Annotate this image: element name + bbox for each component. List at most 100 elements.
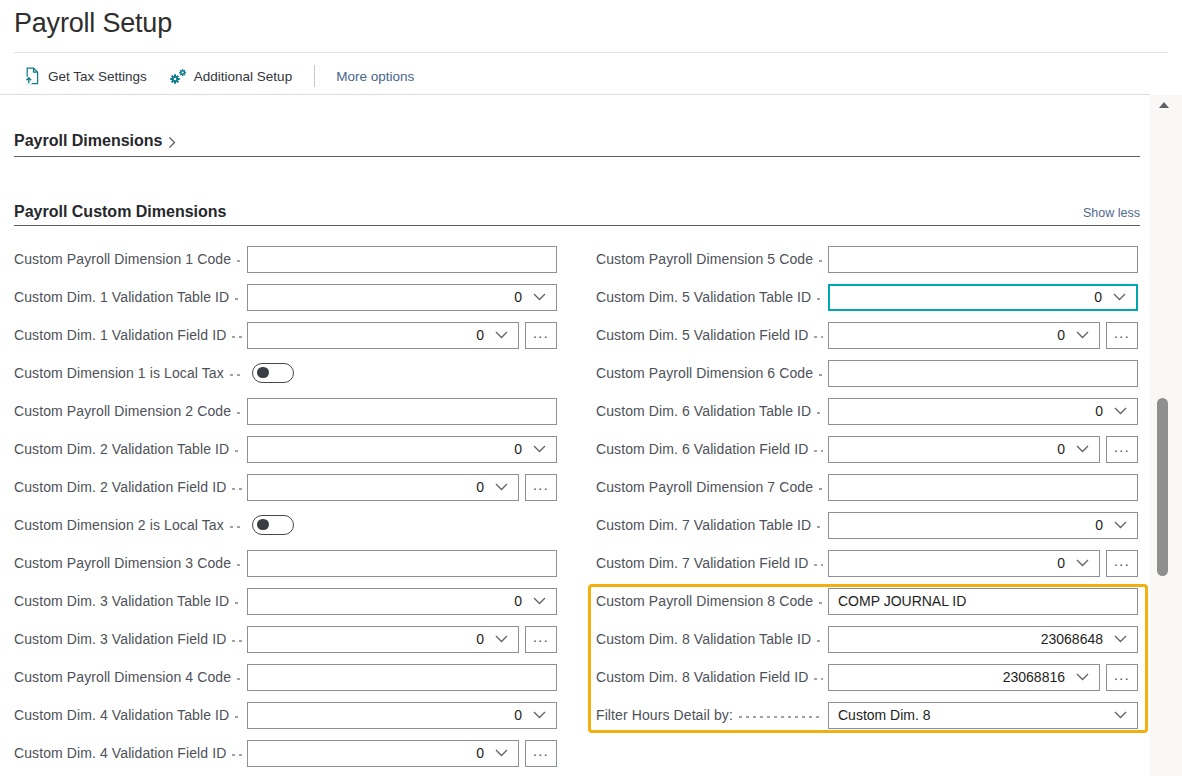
field-row: Custom Dim. 6 Validation Table ID0 [596, 392, 1138, 430]
field-row: Custom Dimension 2 is Local Tax [14, 506, 557, 544]
dropdown-input[interactable]: 0 [828, 550, 1100, 577]
text-input[interactable] [828, 246, 1138, 273]
additional-setup-button[interactable]: Additional Setup [169, 68, 292, 85]
chevron-down-icon[interactable] [1114, 521, 1127, 529]
chevron-down-icon[interactable] [1076, 559, 1089, 567]
chevron-down-icon[interactable] [1076, 331, 1089, 339]
chevron-down-icon[interactable] [1114, 711, 1127, 719]
toggle-knob [257, 519, 269, 531]
section-header-payroll-dimensions[interactable]: Payroll Dimensions [14, 132, 176, 150]
chevron-down-icon[interactable] [1076, 445, 1089, 453]
field-label: Custom Dim. 4 Validation Field ID [14, 745, 226, 761]
field-row: Filter Hours Detail by:Custom Dim. 8 [596, 696, 1138, 734]
form-column-right: Custom Payroll Dimension 5 CodeCustom Di… [596, 240, 1138, 734]
dotted-leader [235, 410, 242, 416]
chevron-down-icon[interactable] [495, 331, 508, 339]
dotted-leader [815, 524, 823, 530]
field-row: Custom Dim. 7 Validation Field ID0... [596, 544, 1138, 582]
field-row: Custom Dim. 5 Validation Table ID0 [596, 278, 1138, 316]
ellipsis-button[interactable]: ... [1106, 550, 1138, 577]
text-input[interactable] [247, 664, 557, 691]
section-divider-2 [14, 225, 1140, 226]
ellipsis-button[interactable]: ... [1106, 664, 1138, 691]
text-input[interactable] [247, 398, 557, 425]
show-less-link[interactable]: Show less [14, 206, 1140, 220]
chevron-down-icon[interactable] [533, 293, 546, 301]
text-input[interactable] [828, 360, 1138, 387]
get-tax-settings-button[interactable]: Get Tax Settings [24, 67, 147, 85]
toggle-knob [257, 367, 269, 379]
dropdown-input[interactable]: 0 [828, 322, 1100, 349]
field-row: Custom Dim. 2 Validation Field ID0... [14, 468, 557, 506]
additional-setup-label: Additional Setup [194, 69, 292, 84]
field-row: Custom Payroll Dimension 6 Code [596, 354, 1138, 392]
input-value: 0 [1094, 289, 1102, 305]
field-label: Custom Dim. 3 Validation Table ID [14, 593, 229, 609]
dropdown-input[interactable]: 0 [247, 702, 557, 729]
field-row: Custom Payroll Dimension 7 Code [596, 468, 1138, 506]
dotted-leader [233, 714, 242, 720]
dropdown-input[interactable]: 0 [247, 322, 519, 349]
section-title: Payroll Dimensions [14, 132, 163, 150]
dropdown-input[interactable]: 0 [828, 436, 1100, 463]
scroll-thumb[interactable] [1157, 398, 1168, 576]
dropdown-input[interactable]: 0 [247, 740, 519, 767]
text-input[interactable] [247, 246, 557, 273]
dotted-leader [228, 524, 242, 530]
chevron-down-icon[interactable] [495, 635, 508, 643]
more-options-button[interactable]: More options [336, 69, 414, 84]
dropdown-input[interactable]: 0 [247, 284, 557, 311]
chevron-down-icon[interactable] [1076, 673, 1089, 681]
chevron-down-icon[interactable] [1114, 407, 1127, 415]
dropdown-input[interactable]: 0 [828, 512, 1138, 539]
select-input[interactable]: Custom Dim. 8 [828, 702, 1138, 729]
ellipsis-button[interactable]: ... [1106, 322, 1138, 349]
dotted-leader [235, 676, 242, 682]
ellipsis-button[interactable]: ... [525, 322, 557, 349]
scrollbar[interactable] [1150, 95, 1182, 776]
input-value: 0 [1095, 403, 1103, 419]
field-row: Custom Dim. 2 Validation Table ID0 [14, 430, 557, 468]
dropdown-input[interactable]: 23068816 [828, 664, 1100, 691]
field-label: Custom Dimension 2 is Local Tax [14, 517, 224, 533]
dotted-leader [233, 600, 242, 606]
input-value: 0 [514, 289, 522, 305]
toggle-off[interactable] [252, 515, 294, 535]
dropdown-input[interactable]: 0 [828, 398, 1138, 425]
ellipsis-button[interactable]: ... [525, 474, 557, 501]
input-value: COMP JOURNAL ID [829, 593, 966, 609]
input-value: 0 [1057, 555, 1065, 571]
text-input[interactable]: COMP JOURNAL ID [828, 588, 1138, 615]
dropdown-input[interactable]: 0 [828, 284, 1138, 311]
dropdown-input[interactable]: 23068648 [828, 626, 1138, 653]
ellipsis-button[interactable]: ... [525, 740, 557, 767]
toggle-off[interactable] [252, 363, 294, 383]
dotted-leader [812, 676, 823, 682]
chevron-down-icon[interactable] [1113, 293, 1126, 301]
field-label: Custom Dim. 8 Validation Table ID [596, 631, 811, 647]
input-value: 23068648 [1041, 631, 1103, 647]
chevron-down-icon[interactable] [1114, 635, 1127, 643]
field-row: Custom Dim. 8 Validation Table ID 2306864… [596, 620, 1138, 658]
field-label: Custom Dim. 5 Validation Field ID [596, 327, 808, 343]
chevron-down-icon[interactable] [495, 483, 508, 491]
dotted-leader [230, 638, 242, 644]
chevron-down-icon[interactable] [533, 597, 546, 605]
get-tax-settings-label: Get Tax Settings [48, 69, 147, 84]
dropdown-input[interactable]: 0 [247, 626, 519, 653]
field-label: Custom Dim. 4 Validation Table ID [14, 707, 229, 723]
text-input[interactable] [247, 550, 557, 577]
dropdown-input[interactable]: 0 [247, 474, 519, 501]
scroll-up-icon[interactable] [1159, 102, 1169, 108]
ellipsis-button[interactable]: ... [525, 626, 557, 653]
field-row: Custom Dim. 7 Validation Table ID0 [596, 506, 1138, 544]
chevron-down-icon[interactable] [533, 445, 546, 453]
field-label: Custom Payroll Dimension 8 Code [596, 593, 813, 609]
text-input[interactable] [828, 474, 1138, 501]
input-value: 0 [476, 631, 484, 647]
dropdown-input[interactable]: 0 [247, 436, 557, 463]
dropdown-input[interactable]: 0 [247, 588, 557, 615]
chevron-down-icon[interactable] [495, 749, 508, 757]
ellipsis-button[interactable]: ... [1106, 436, 1138, 463]
chevron-down-icon[interactable] [533, 711, 546, 719]
